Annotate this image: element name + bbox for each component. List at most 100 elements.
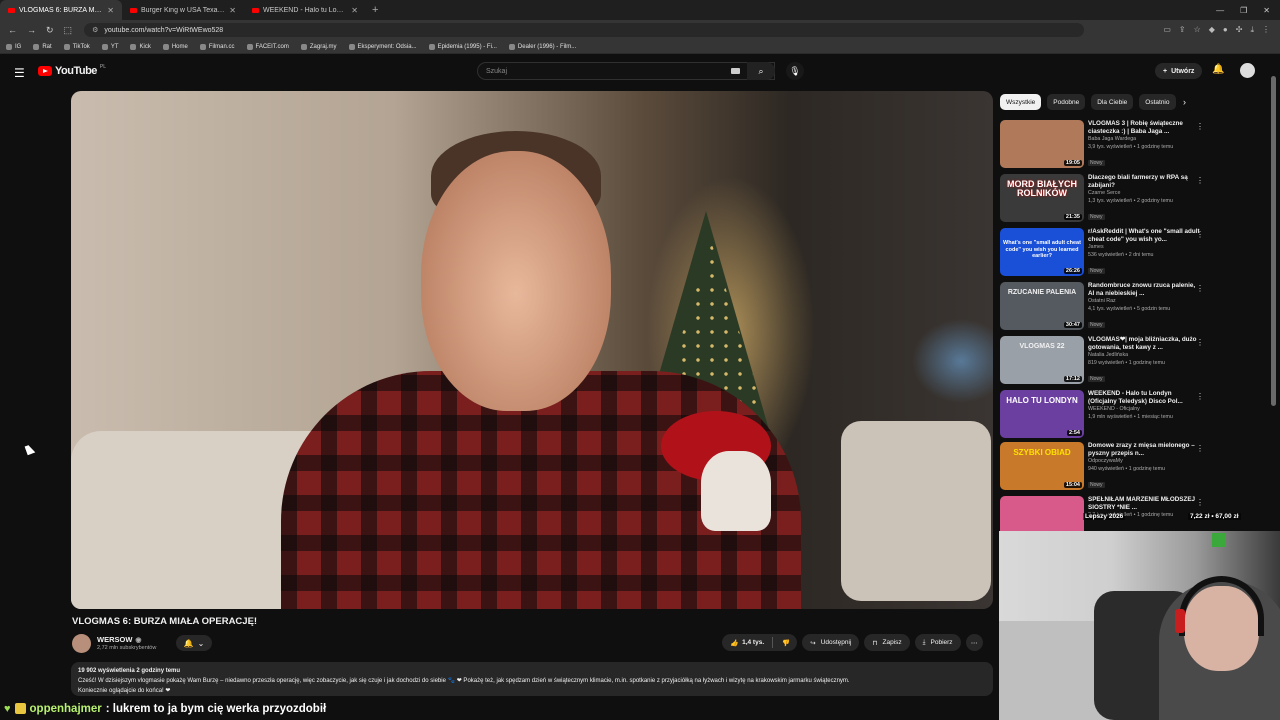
- dislike-button[interactable]: 👎: [773, 639, 797, 647]
- account-avatar[interactable]: [1240, 63, 1255, 78]
- bookmark[interactable]: FACEIT.com: [246, 43, 289, 50]
- bookmark[interactable]: Filman.cc: [199, 43, 235, 50]
- bookmark[interactable]: IG: [6, 43, 21, 50]
- notifications-bell-icon[interactable]: 🔔: [1212, 64, 1224, 75]
- recommendation-channel[interactable]: Natalia Jedlińska: [1088, 352, 1200, 360]
- create-button[interactable]: + Utwórz: [1155, 63, 1203, 79]
- video-thumbnail[interactable]: VLOGMAS 22 17:12: [1000, 336, 1084, 384]
- url-field[interactable]: ⚙ youtube.com/watch?v=WiRtWEwo528: [84, 23, 1085, 37]
- chip-for-you[interactable]: Dla Ciebie: [1091, 94, 1134, 110]
- channel-name[interactable]: WERSOW ◉: [97, 635, 142, 644]
- channel-avatar[interactable]: [72, 634, 91, 653]
- recommendation-item[interactable]: 19:05 VLOGMAS 3 | Robię świąteczne ciast…: [1000, 120, 1210, 170]
- chip-related[interactable]: Podobne: [1047, 94, 1086, 110]
- puzzle-icon[interactable]: ✣: [1236, 25, 1243, 35]
- recommendation-channel[interactable]: Baba Jaga Wardega: [1088, 136, 1200, 144]
- recommendation-item[interactable]: VLOGMAS 22 17:12 VLOGMAS❤| moja bliźniacz…: [1000, 336, 1210, 386]
- back-icon[interactable]: ←: [8, 25, 17, 36]
- maximize-icon[interactable]: ❐: [1240, 6, 1247, 15]
- more-options-icon[interactable]: ⋮: [1196, 284, 1204, 293]
- recommendation-title[interactable]: Domowe zrazy z mięsa mielonego – pyszny …: [1088, 442, 1200, 458]
- share-icon[interactable]: ⇪: [1179, 25, 1186, 35]
- share-button[interactable]: ↪ Udostępnij: [802, 634, 860, 651]
- forward-icon[interactable]: →: [27, 25, 36, 36]
- like-button[interactable]: 👍 1,4 tys.: [722, 639, 772, 647]
- close-window-icon[interactable]: ✕: [1263, 6, 1270, 15]
- more-actions-button[interactable]: ⋯: [965, 634, 983, 651]
- recommendation-channel[interactable]: Czarne Serce: [1088, 190, 1200, 198]
- browser-tab-active[interactable]: VLOGMAS 6: BURZA MIAŁA O ✕: [0, 0, 122, 20]
- search-input[interactable]: Szukaj: [477, 62, 775, 80]
- more-options-icon[interactable]: ⋮: [1196, 176, 1204, 185]
- more-options-icon[interactable]: ⋮: [1196, 498, 1204, 507]
- recommendation-title[interactable]: VLOGMAS 3 | Robię świąteczne ciasteczka …: [1088, 120, 1200, 136]
- video-description[interactable]: 19 902 wyświetlenia 2 godziny temu Cześć…: [71, 662, 993, 696]
- video-thumbnail[interactable]: MORD BIAŁYCH ROLNIKÓW 21:35: [1000, 174, 1084, 222]
- close-icon[interactable]: ✕: [107, 6, 114, 15]
- more-options-icon[interactable]: ⋮: [1196, 230, 1204, 239]
- voice-search-button[interactable]: 🎙: [786, 62, 804, 80]
- subscription-notifications-button[interactable]: 🔔 ⌄: [176, 635, 212, 651]
- chevron-right-icon[interactable]: ›: [1183, 97, 1186, 107]
- save-button[interactable]: ⊓ Zapisz: [864, 634, 910, 651]
- recommendation-item[interactable]: MORD BIAŁYCH ROLNIKÓW 21:35 Dlaczego bial…: [1000, 174, 1210, 224]
- browser-tab[interactable]: Burger King w USA Texas 69 - YouTube ✕: [122, 0, 244, 20]
- youtube-logo[interactable]: YouTube PL: [38, 64, 106, 77]
- download-button[interactable]: ⤓ Pobierz: [914, 634, 961, 651]
- recommendation-item[interactable]: RZUCANIE PALENIA 30:47 Randombruce znowu …: [1000, 282, 1210, 332]
- chip-all[interactable]: Wszystkie: [1000, 94, 1042, 110]
- recommendation-channel[interactable]: OdpoczywaMy: [1088, 458, 1200, 466]
- chip-recent[interactable]: Ostatnio: [1139, 94, 1176, 110]
- more-options-icon[interactable]: ⋮: [1196, 392, 1204, 401]
- close-icon[interactable]: ✕: [351, 6, 358, 15]
- search-button[interactable]: ⌕: [747, 62, 775, 80]
- recommendation-title[interactable]: Dlaczego biali farmerzy w RPA są zabijan…: [1088, 174, 1200, 190]
- minimize-icon[interactable]: —: [1216, 6, 1224, 15]
- video-thumbnail[interactable]: RZUCANIE PALENIA 30:47: [1000, 282, 1084, 330]
- star-icon[interactable]: ☆: [1194, 25, 1201, 35]
- menu-icon[interactable]: ⋮: [1262, 25, 1270, 35]
- bookmark[interactable]: TikTok: [63, 43, 90, 50]
- extension-icon[interactable]: ◆: [1209, 25, 1215, 35]
- recommendation-channel[interactable]: WEEKEND - Oficjalny: [1088, 406, 1200, 414]
- extension-icon[interactable]: ●: [1223, 25, 1228, 35]
- bookmark[interactable]: YT: [101, 43, 118, 50]
- more-options-icon[interactable]: ⋮: [1196, 444, 1204, 453]
- recommendation-item[interactable]: SZYBKI OBIAD 15:04 Domowe zrazy z mięsa m…: [1000, 442, 1210, 492]
- hamburger-menu-icon[interactable]: ☰: [14, 66, 25, 80]
- recommendation-item[interactable]: What's one "small adult cheat code" you …: [1000, 228, 1210, 278]
- recommendation-title[interactable]: VLOGMAS❤| moja bliźniaczka, dużo gotowan…: [1088, 336, 1200, 352]
- bookmark[interactable]: Zagraj.my: [300, 43, 337, 50]
- bookmark-icon: [101, 43, 108, 50]
- video-thumbnail[interactable]: HALO TU LONDYN 2:54: [1000, 390, 1084, 438]
- recommendation-title[interactable]: WEEKEND - Halo tu Londyn (Oficjalny Tele…: [1088, 390, 1200, 406]
- recommendation-channel[interactable]: Ostatni Raz: [1088, 298, 1200, 306]
- more-options-icon[interactable]: ⋮: [1196, 122, 1204, 131]
- bookmark[interactable]: Eksperyment: Odsia...: [348, 43, 417, 50]
- recommendation-title[interactable]: SPEŁNIŁAM MARZENIE MŁODSZEJ SIOSTRY *NIE…: [1088, 496, 1200, 512]
- video-thumbnail[interactable]: SZYBKI OBIAD 15:04: [1000, 442, 1084, 490]
- video-thumbnail[interactable]: 19:05: [1000, 120, 1084, 168]
- site-info-icon[interactable]: ⚙: [92, 26, 98, 34]
- recommendation-channel[interactable]: James: [1088, 244, 1200, 252]
- bookmark[interactable]: Epidemia (1995) - Fi...: [428, 43, 497, 50]
- video-thumbnail[interactable]: What's one "small adult cheat code" you …: [1000, 228, 1084, 276]
- video-player[interactable]: [71, 91, 993, 609]
- keyboard-icon[interactable]: [731, 68, 740, 74]
- page-scrollbar[interactable]: [1271, 76, 1276, 406]
- new-tab-icon[interactable]: +: [366, 4, 384, 16]
- cast-icon[interactable]: ▭: [1163, 25, 1171, 35]
- bookmark[interactable]: Dealer (1996) - Film...: [508, 43, 576, 50]
- recommendation-title[interactable]: r/AskReddit | What's one "small adult ch…: [1088, 228, 1200, 244]
- reload-icon[interactable]: ↻: [46, 25, 54, 36]
- bookmark[interactable]: Rat: [33, 43, 52, 50]
- more-options-icon[interactable]: ⋮: [1196, 338, 1204, 347]
- recommendation-item[interactable]: HALO TU LONDYN 2:54 WEEKEND - Halo tu Lon…: [1000, 390, 1210, 440]
- bookmark[interactable]: Kick: [130, 43, 151, 50]
- bookmark-page-icon[interactable]: ⬚: [64, 25, 73, 36]
- browser-tab[interactable]: WEEKEND - Halo tu Londyn (Oficjalny ✕: [244, 0, 366, 20]
- close-icon[interactable]: ✕: [229, 6, 236, 15]
- bookmark[interactable]: Home: [162, 43, 188, 50]
- download-icon[interactable]: ⤓: [1250, 25, 1254, 35]
- recommendation-title[interactable]: Randombruce znowu rzuca palenie, Al na n…: [1088, 282, 1200, 298]
